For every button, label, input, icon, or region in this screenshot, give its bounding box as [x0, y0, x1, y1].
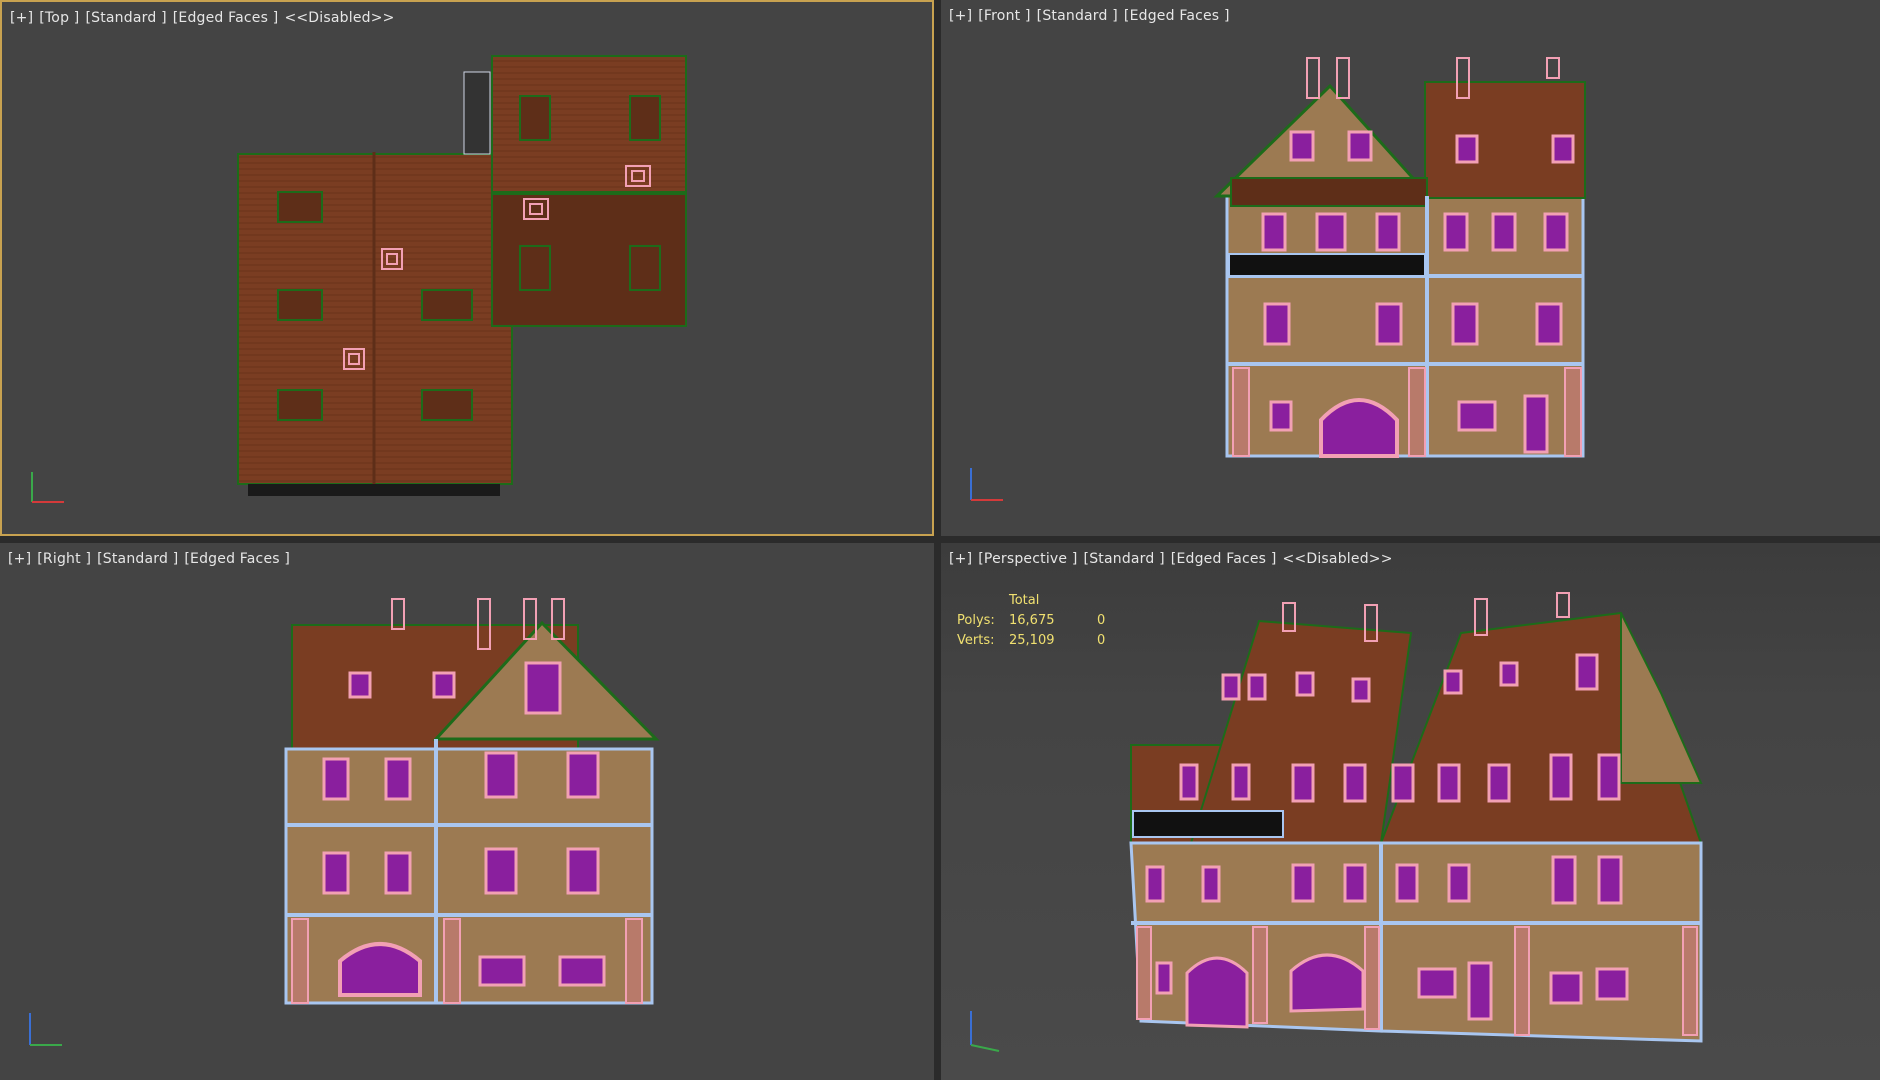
axis-gizmo-right [29, 1013, 62, 1046]
axis-gizmo-top [31, 472, 64, 503]
front-view-model [970, 57, 1586, 501]
axis-gizmo-perspective [970, 1011, 1000, 1052]
viewport-right[interactable]: [+] [Right ] [Standard ] [Edged Faces ] [0, 543, 934, 1080]
top-view-model [31, 55, 687, 503]
perspective-view-model [970, 592, 1703, 1052]
viewport-front[interactable]: [+] [Front ] [Standard ] [Edged Faces ] [941, 0, 1880, 536]
axis-gizmo-front [970, 468, 1003, 501]
right-view-model [29, 598, 660, 1046]
viewport-top[interactable]: [+] [Top ] [Standard ] [Edged Faces ] <<Disa… [0, 0, 934, 536]
viewport-perspective[interactable]: [+] [Perspective ] [Standard ] [Edged Faces… [941, 543, 1880, 1080]
